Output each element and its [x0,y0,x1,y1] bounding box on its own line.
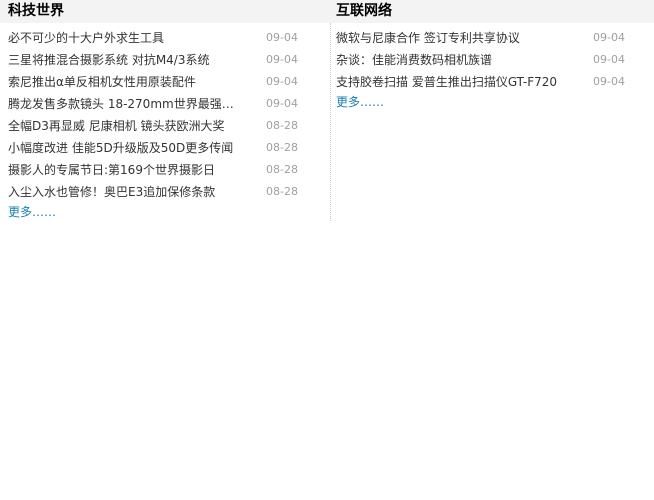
news-link[interactable]: 索尼推出α单反相机女性用原装配件 [8,71,248,93]
list-item: 摄影人的专属节日:第169个世界摄影日 08-28 [0,159,330,181]
news-date: 08-28 [266,141,298,154]
news-date: 09-04 [266,53,298,66]
news-link[interactable]: 小幅度改进 佳能5D升级版及50D更多传闻 [8,137,248,159]
list-item: 杂谈：佳能消费数码相机族谱 09-04 [330,49,654,71]
list-item: 三星将推混合摄影系统 对抗M4/3系统 09-04 [0,49,330,71]
list-item: 入尘入水也管修！奥巴E3追加保修条款 08-28 [0,181,330,203]
tech-world-heading: 科技世界 [0,0,330,23]
news-date: 08-28 [266,163,298,176]
news-link[interactable]: 杂谈：佳能消费数码相机族谱 [336,49,576,71]
news-link[interactable]: 摄影人的专属节日:第169个世界摄影日 [8,159,248,181]
news-link[interactable]: 腾龙发售多款镜头 18-270mm世界最强… [8,93,248,115]
news-date: 09-04 [593,75,625,88]
news-link[interactable]: 微软与尼康合作 签订专利共享协议 [336,27,576,49]
list-item: 索尼推出α单反相机女性用原装配件 09-04 [0,71,330,93]
internet-panel: 互联网络 微软与尼康合作 签订专利共享协议 09-04 杂谈：佳能消费数码相机族… [330,0,654,111]
news-link[interactable]: 三星将推混合摄影系统 对抗M4/3系统 [8,49,248,71]
internet-list: 微软与尼康合作 签订专利共享协议 09-04 杂谈：佳能消费数码相机族谱 09-… [330,27,654,93]
tech-world-list: 必不可少的十大户外求生工具 09-04 三星将推混合摄影系统 对抗M4/3系统 … [0,27,330,203]
list-item: 腾龙发售多款镜头 18-270mm世界最强… 09-04 [0,93,330,115]
news-link[interactable]: 全幅D3再显威 尼康相机 镜头获欧洲大奖 [8,115,248,137]
news-link[interactable]: 必不可少的十大户外求生工具 [8,27,248,49]
news-date: 09-04 [266,97,298,110]
news-date: 09-04 [593,53,625,66]
news-date: 08-28 [266,185,298,198]
internet-heading: 互联网络 [330,0,654,23]
tech-world-more-link[interactable]: 更多…… [8,203,330,221]
news-date: 09-04 [593,31,625,44]
tech-world-panel: 科技世界 必不可少的十大户外求生工具 09-04 三星将推混合摄影系统 对抗M4… [0,0,330,221]
list-item: 全幅D3再显威 尼康相机 镜头获欧洲大奖 08-28 [0,115,330,137]
list-item: 必不可少的十大户外求生工具 09-04 [0,27,330,49]
news-link[interactable]: 入尘入水也管修！奥巴E3追加保修条款 [8,181,248,203]
list-item: 支持胶卷扫描 爱普生推出扫描仪GT-F720 09-04 [330,71,654,93]
news-date: 08-28 [266,119,298,132]
internet-more-link[interactable]: 更多…… [336,93,654,111]
news-page: 科技世界 必不可少的十大户外求生工具 09-04 三星将推混合摄影系统 对抗M4… [0,0,654,500]
list-item: 小幅度改进 佳能5D升级版及50D更多传闻 08-28 [0,137,330,159]
news-date: 09-04 [266,31,298,44]
news-link[interactable]: 支持胶卷扫描 爱普生推出扫描仪GT-F720 [336,71,576,93]
list-item: 微软与尼康合作 签订专利共享协议 09-04 [330,27,654,49]
news-date: 09-04 [266,75,298,88]
